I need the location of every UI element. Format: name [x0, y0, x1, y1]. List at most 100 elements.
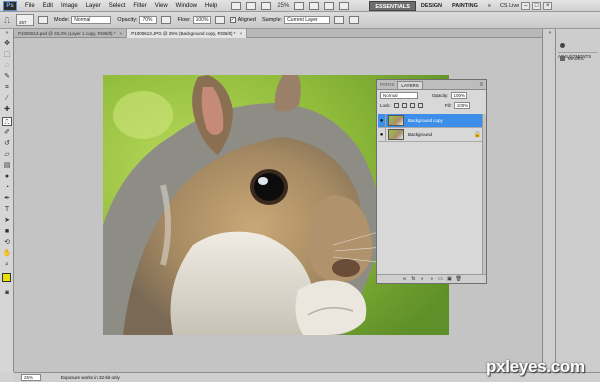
menu-view[interactable]: View — [155, 3, 168, 9]
mode-select[interactable]: Normal — [71, 16, 112, 24]
new-layer-icon[interactable]: ▣ — [447, 276, 453, 282]
tab-document-psd[interactable]: P1000613.psd @ 33.3% (Layer 1 copy, RGB/… — [14, 29, 128, 38]
panel-menu-icon[interactable]: ≡ — [479, 81, 483, 89]
zoom-level-menu[interactable]: 25% — [277, 3, 289, 9]
sample-label: Sample: — [261, 17, 283, 23]
3d-rotate-tool-icon[interactable]: ⟲ — [2, 238, 12, 247]
dodge-tool-icon[interactable]: ◔ — [2, 183, 12, 192]
tab-document-jpg[interactable]: P1000613.JPG @ 25% (Background copy, RGB… — [127, 29, 248, 38]
bridge-icon[interactable] — [231, 1, 242, 10]
close-icon[interactable]: × — [239, 31, 242, 36]
blend-mode-select[interactable]: Normal — [380, 91, 418, 99]
history-brush-tool-icon[interactable]: ↺ — [2, 139, 12, 148]
lock-row: Lock: Fill: 100% — [377, 100, 486, 110]
marquee-tool-icon[interactable]: ⬚ — [2, 50, 12, 59]
lock-position-icon[interactable] — [409, 102, 415, 108]
collapse-arrows-icon[interactable]: » — [545, 31, 555, 36]
tab-label: P1000613.JPG @ 25% (Background copy, RGB… — [131, 31, 236, 36]
workspace-painting[interactable]: PAINTING — [447, 1, 483, 11]
clone-stamp-tool-icon[interactable]: ⎍ — [2, 16, 12, 25]
delete-layer-icon[interactable]: 🗑 — [456, 276, 462, 282]
adjustment-layer-icon[interactable]: ◑ — [429, 276, 435, 282]
screen-mode-icon[interactable] — [339, 1, 350, 10]
brush-picker[interactable]: 257 — [16, 14, 34, 26]
menu-file[interactable]: File — [25, 3, 35, 9]
hand-tool-icon[interactable] — [294, 1, 305, 10]
menu-image[interactable]: Image — [61, 3, 78, 9]
blur-tool-icon[interactable]: ● — [2, 172, 12, 181]
aligned-checkbox[interactable]: ✓ — [229, 17, 236, 23]
lock-label: Lock: — [380, 102, 391, 108]
lock-transparency-icon[interactable] — [393, 102, 399, 108]
shape-tool-icon[interactable]: ■ — [2, 227, 12, 236]
cs-live-button[interactable]: CS Live — [500, 3, 519, 9]
new-group-icon[interactable]: ▭ — [438, 276, 444, 282]
close-icon[interactable]: × — [120, 31, 123, 36]
menu-edit[interactable]: Edit — [43, 3, 53, 9]
zoom-tool-icon[interactable]: ⌕ — [2, 260, 12, 269]
clone-stamp-tool-icon[interactable]: ⎍ — [2, 117, 12, 126]
close-button[interactable]: × — [543, 1, 553, 10]
visibility-eye-icon[interactable]: ● — [378, 127, 386, 142]
menu-layer[interactable]: Layer — [86, 3, 101, 9]
move-tool-icon[interactable]: ✥ — [2, 39, 12, 48]
zoom-tool-icon[interactable] — [309, 1, 320, 10]
ignore-adjustment-layers-icon[interactable] — [334, 16, 345, 24]
airbrush-icon[interactable] — [214, 16, 225, 24]
lock-pixels-icon[interactable] — [401, 102, 407, 108]
type-tool-icon[interactable]: T — [2, 205, 12, 214]
foreground-color-swatch[interactable] — [2, 273, 11, 282]
path-selection-tool-icon[interactable]: ➤ — [2, 216, 12, 225]
eyedropper-tool-icon[interactable]: ⁄ — [2, 94, 12, 103]
arrange-documents-icon[interactable] — [324, 1, 335, 10]
layer-opacity-field[interactable]: 100% — [450, 91, 467, 99]
layers-panel-footer: ∞ fx ◐ ◑ ▭ ▣ 🗑 — [377, 274, 486, 283]
pressure-opacity-icon[interactable] — [161, 16, 172, 24]
menu-help[interactable]: Help — [205, 3, 217, 9]
workspace-more[interactable]: » — [483, 1, 496, 11]
zoom-field[interactable]: 25% — [21, 374, 41, 381]
visibility-eye-icon[interactable]: ● — [378, 113, 386, 128]
layers-panel-header: PATHS LAYERS ≡ — [377, 80, 486, 90]
layers-scrollbar[interactable] — [482, 114, 486, 274]
minimize-button[interactable]: – — [521, 1, 531, 10]
pen-tool-icon[interactable]: ✒ — [2, 194, 12, 203]
opacity-field[interactable]: 70% — [139, 16, 158, 24]
layer-background-copy[interactable]: ● Background copy — [378, 113, 485, 128]
lock-all-icon[interactable] — [417, 102, 423, 108]
menu-filter[interactable]: Filter — [133, 3, 146, 9]
options-bar: ⎍ 257 Mode: Normal Opacity: 70% Flow: 10… — [0, 12, 600, 29]
lasso-tool-icon[interactable]: ◌ — [2, 61, 12, 70]
link-layers-icon[interactable]: ∞ — [402, 276, 408, 282]
layer-background[interactable]: ● Background 🔒 — [378, 127, 485, 142]
menu-window[interactable]: Window — [176, 3, 197, 9]
healing-brush-tool-icon[interactable]: ✚ — [2, 105, 12, 114]
eraser-tool-icon[interactable]: ▱ — [2, 150, 12, 159]
mini-bridge-icon[interactable] — [246, 1, 257, 10]
fill-field[interactable]: 100% — [453, 101, 470, 109]
maximize-button[interactable]: □ — [532, 1, 542, 10]
view-extras-icon[interactable] — [261, 1, 272, 10]
hand-tool-icon[interactable]: ✋ — [2, 249, 12, 258]
workspace-design[interactable]: DESIGN — [416, 1, 447, 11]
pressure-size-icon[interactable] — [349, 16, 360, 24]
collapse-arrows-icon[interactable]: » — [2, 31, 12, 36]
masks-panel-button[interactable]: MASKS — [558, 53, 599, 64]
adjustments-panel-button[interactable]: ADJUSTMENTS — [558, 40, 599, 59]
gradient-tool-icon[interactable]: ▤ — [2, 161, 12, 170]
quick-mask-icon[interactable]: ◙ — [2, 289, 12, 298]
tab-paths[interactable]: PATHS — [377, 81, 397, 89]
workspace-essentials[interactable]: ESSENTIALS — [369, 0, 416, 11]
menu-select[interactable]: Select — [109, 3, 126, 9]
tab-layers[interactable]: LAYERS — [397, 81, 423, 89]
sample-select[interactable]: Current Layer — [284, 16, 331, 24]
crop-tool-icon[interactable]: ⌗ — [2, 83, 12, 92]
quick-selection-tool-icon[interactable]: ✎ — [2, 72, 12, 81]
brush-tool-icon[interactable]: ✐ — [2, 128, 12, 137]
layer-mask-icon[interactable]: ◐ — [420, 276, 426, 282]
brush-panel-icon[interactable] — [38, 16, 48, 24]
flow-field[interactable]: 100% — [192, 16, 211, 24]
tab-label: P1000613.psd @ 33.3% (Layer 1 copy, RGB/… — [18, 31, 116, 36]
layer-style-icon[interactable]: fx — [411, 276, 417, 282]
blend-row: Normal Opacity: 100% — [377, 90, 486, 100]
